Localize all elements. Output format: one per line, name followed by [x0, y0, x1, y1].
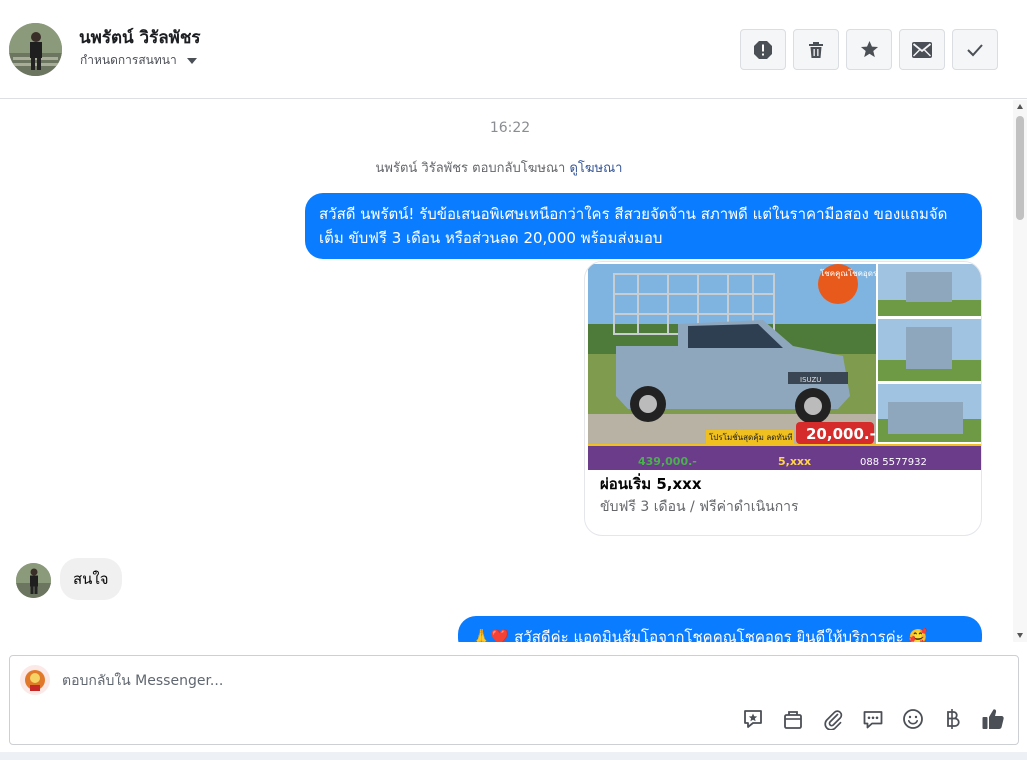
check-icon [967, 43, 983, 56]
chevron-down-icon [186, 58, 197, 64]
ad-reply-text: นพรัตน์ วิรัลพัชร ตอบกลับโฆษณา [375, 161, 566, 176]
scroll-thumb[interactable] [1016, 116, 1024, 220]
contact-name: นพรัตน์ วิรัลพัชร [79, 28, 201, 48]
mark-unread-button[interactable] [899, 29, 945, 70]
baht-icon [947, 709, 960, 729]
payment-button[interactable] [940, 706, 966, 732]
message-thread[interactable]: 16:22 นพรัตน์ วิรัลพัชร ตอบกลับโฆษณา ดูโ… [0, 100, 1013, 642]
trash-icon [809, 41, 823, 58]
promo-banner: โปรโมชั่นสุดคุ้ม ลดทันที [709, 431, 793, 442]
contact-avatar[interactable] [9, 23, 62, 76]
ad-phone: 088 5577932 [860, 457, 927, 468]
like-button[interactable] [980, 706, 1006, 732]
ad-card-title: ผ่อนเริ่ม 5,xxx [600, 475, 702, 493]
promo-badge: 20,000.- [806, 425, 876, 443]
reply-input[interactable] [62, 670, 982, 692]
ad-price: 439,000.- [638, 455, 697, 468]
outgoing-message[interactable]: สวัสดี นพรัตน์! รับข้อเสนอพิเศษเหนือกว่า… [305, 193, 982, 259]
ad-card-image: ISUZU โชคคูณโชคอุดร 20,000.- โปรโมชั่นสุ… [588, 264, 981, 470]
ad-reply-notice: นพรัตน์ วิรัลพัชร ตอบกลับโฆษณา ดูโฆษณา [0, 157, 998, 178]
contact-avatar-small [16, 563, 51, 598]
outgoing-message[interactable]: 🙏❤️ สวัสดีค่ะ แอดมินส้มโอจากโชคคุณโชคอุด… [458, 616, 982, 642]
conversation-status-label: กำหนดการสนทนา [80, 53, 177, 67]
message-scrollbar[interactable] [1013, 100, 1027, 642]
saved-reply-icon [863, 711, 883, 729]
paperclip-icon [824, 710, 843, 730]
reply-composer [9, 655, 1019, 745]
star-icon [860, 40, 878, 58]
report-button[interactable] [740, 29, 786, 70]
report-icon [754, 40, 772, 59]
top-text: โชคคูณโชคอุดร [820, 268, 878, 279]
view-ad-link[interactable]: ดูโฆษณา [569, 161, 622, 176]
message-timestamp: 16:22 [489, 120, 531, 136]
thumbs-up-icon [982, 709, 1004, 729]
gift-icon [784, 711, 802, 729]
attach-button[interactable] [820, 706, 846, 732]
truck-brand: ISUZU [800, 376, 821, 384]
scroll-up-arrow-icon[interactable] [1017, 104, 1023, 109]
conversation-status-dropdown[interactable]: กำหนดการสนทนา [80, 51, 197, 70]
sticker-icon [744, 710, 762, 728]
star-button[interactable] [846, 29, 892, 70]
emoji-button[interactable] [900, 706, 926, 732]
gift-button[interactable] [780, 706, 806, 732]
incoming-message[interactable]: สนใจ [60, 558, 122, 600]
saved-replies-button[interactable] [860, 706, 886, 732]
composer-tools [740, 706, 1006, 732]
ad-card-subtitle: ขับฟรี 3 เดือน / ฟรีค่าดำเนินการ [600, 499, 799, 515]
delete-button[interactable] [793, 29, 839, 70]
conversation-header: นพรัตน์ วิรัลพัชร กำหนดการสนทนา [0, 0, 1027, 99]
window-bottom-edge [0, 752, 1027, 760]
ad-card[interactable]: ISUZU โชคคูณโชคอุดร 20,000.- โปรโมชั่นสุ… [584, 261, 982, 536]
emoji-icon [903, 709, 923, 729]
envelope-icon [912, 41, 932, 58]
sticker-button[interactable] [740, 706, 766, 732]
header-actions [740, 29, 998, 70]
mark-done-button[interactable] [952, 29, 998, 70]
ad-installment: 5,xxx [778, 455, 811, 468]
page-avatar [20, 665, 50, 695]
scroll-down-arrow-icon[interactable] [1017, 633, 1023, 638]
